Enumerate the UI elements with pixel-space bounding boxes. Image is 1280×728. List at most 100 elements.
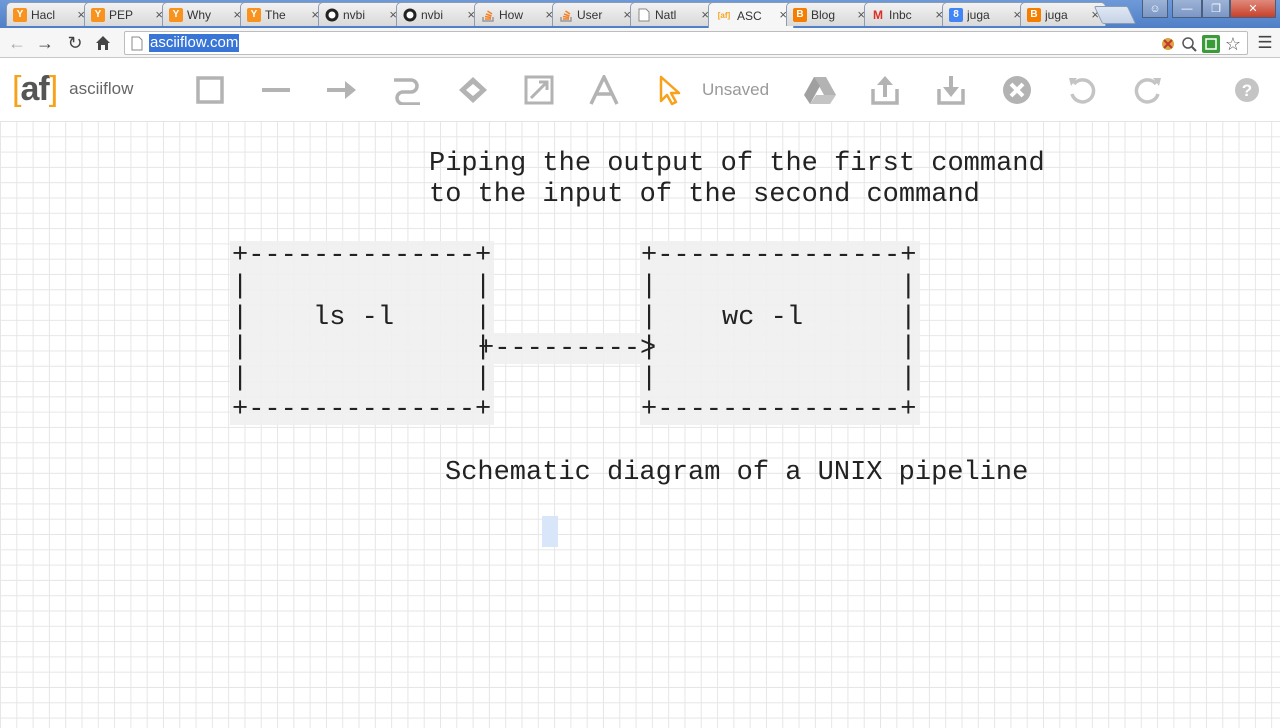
tab-favicon-icon (325, 8, 339, 22)
browser-tab[interactable]: Y Why × (162, 2, 248, 26)
app-toolbar: [af] asciiflow Unsaved ? (0, 58, 1280, 122)
browser-tab[interactable]: Bjuga × (1020, 2, 1106, 26)
svg-text:?: ? (1242, 81, 1252, 100)
box-line: | wc -l | (641, 302, 917, 333)
tab-title: juga (967, 7, 990, 22)
diagram-title-line2: to the input of the second command (429, 180, 980, 210)
tab-title: Why (187, 7, 211, 22)
tab-favicon-icon: [af] (717, 11, 731, 20)
maximize-button[interactable]: ❐ (1202, 0, 1230, 18)
browser-tab[interactable]: How × (474, 2, 560, 26)
forward-button[interactable]: → (34, 32, 56, 54)
tab-title: How (499, 7, 524, 22)
tab-title: nvbi (343, 7, 366, 22)
clear-button[interactable] (999, 72, 1035, 108)
tab-favicon-icon: B (1027, 7, 1041, 22)
box-line: +---------------+ (641, 241, 917, 271)
tab-title: juga (1045, 7, 1068, 22)
home-icon (96, 36, 110, 50)
box-line: +---------------+ (641, 395, 917, 425)
pipe-arrow: +---------> (478, 334, 657, 364)
back-button[interactable]: ← (6, 32, 28, 54)
box-line: | ls -l | (232, 302, 492, 333)
tab-favicon-icon (637, 8, 651, 22)
diagram-caption: Schematic diagram of a UNIX pipeline (445, 458, 1029, 488)
freeform-tool-button[interactable] (389, 72, 425, 108)
new-tab-button[interactable] (1093, 6, 1137, 24)
resize-tool-button[interactable] (521, 72, 557, 108)
tab-title: Blog (811, 7, 836, 22)
help-icon: ? (1235, 78, 1259, 102)
browser-tab[interactable]: nvbi × (318, 2, 404, 26)
home-button[interactable] (92, 32, 114, 54)
zoom-icon[interactable] (1180, 35, 1198, 53)
box-line: +--------------+ (232, 395, 492, 425)
box-line: | | (641, 271, 917, 302)
tab-favicon-icon: Y (91, 7, 105, 22)
browser-navbar: ← → ↻ asciiflow.com ☆ ☰ (0, 28, 1280, 58)
redo-button[interactable] (1130, 72, 1166, 108)
cookie-extension-icon[interactable] (1159, 35, 1177, 53)
arrow-tool-button[interactable] (323, 72, 359, 108)
browser-tab[interactable]: nvbi × (396, 2, 482, 26)
profile-icon[interactable]: ☺ (1142, 0, 1168, 18)
close-window-button[interactable]: ✕ (1230, 0, 1276, 18)
resize-icon (524, 75, 554, 105)
browser-tab[interactable]: Y PEP × (84, 2, 170, 26)
drawing-canvas[interactable]: Piping the output of the first command t… (0, 122, 1280, 728)
tab-favicon-icon: 8 (949, 7, 963, 22)
tab-title: Inbc (889, 7, 912, 22)
help-button[interactable]: ? (1229, 72, 1265, 108)
line-icon (262, 88, 290, 92)
rectangle-tool-button[interactable] (192, 72, 228, 108)
undo-button[interactable] (1064, 72, 1100, 108)
google-drive-button[interactable] (802, 72, 838, 108)
tab-favicon-icon: M (873, 7, 883, 22)
box-line: | | (232, 271, 492, 302)
erase-icon (459, 77, 487, 103)
extension-icon[interactable] (1202, 35, 1220, 53)
box-line: +--------------+ (232, 241, 492, 271)
tab-title: Natl (655, 7, 677, 22)
tab-favicon-icon: Y (169, 7, 183, 22)
tab-title: nvbi (421, 7, 444, 22)
browser-tab[interactable]: Y The × (240, 2, 326, 26)
tab-favicon-icon: Y (247, 7, 261, 22)
select-tool-button[interactable] (652, 72, 688, 108)
tab-favicon-icon: B (793, 7, 807, 22)
export-icon (871, 76, 899, 105)
text-tool-button[interactable] (586, 72, 622, 108)
import-icon (937, 76, 965, 105)
address-bar[interactable]: asciiflow.com ☆ (124, 31, 1248, 55)
tab-favicon-icon: Y (13, 7, 27, 22)
rectangle-icon (196, 76, 224, 104)
box-line: | | (641, 364, 917, 395)
tab-title: Hacl (31, 7, 56, 22)
arrow-icon (327, 81, 356, 99)
import-button[interactable] (933, 72, 969, 108)
freeform-icon (394, 78, 420, 105)
select-icon (659, 75, 681, 106)
browser-tab[interactable]: Y Hacl × (6, 2, 92, 26)
browser-tab[interactable]: B Blog × (786, 2, 872, 26)
bookmark-star-icon[interactable]: ☆ (1224, 34, 1242, 54)
browser-tab[interactable]: M Inbc × (864, 2, 950, 26)
browser-tab[interactable]: Natl × (630, 2, 716, 26)
tab-title: User (577, 7, 603, 22)
url-text[interactable]: asciiflow.com (149, 34, 240, 52)
redo-icon (1134, 78, 1161, 104)
drive-icon (804, 77, 836, 104)
menu-icon[interactable]: ☰ (1254, 32, 1276, 54)
tab-favicon-icon (403, 8, 417, 22)
erase-tool-button[interactable] (455, 72, 491, 108)
undo-icon (1069, 78, 1096, 104)
browser-tab[interactable]: User × (552, 2, 638, 26)
reload-button[interactable]: ↻ (64, 32, 86, 54)
minimize-button[interactable]: — (1172, 0, 1202, 18)
save-status: Unsaved (702, 80, 770, 99)
browser-tab[interactable]: 8 juga × (942, 2, 1028, 26)
browser-tab[interactable]: [af] ASC × (708, 2, 794, 28)
export-button[interactable] (867, 72, 903, 108)
clear-icon (1003, 76, 1031, 104)
line-tool-button[interactable] (258, 72, 294, 108)
